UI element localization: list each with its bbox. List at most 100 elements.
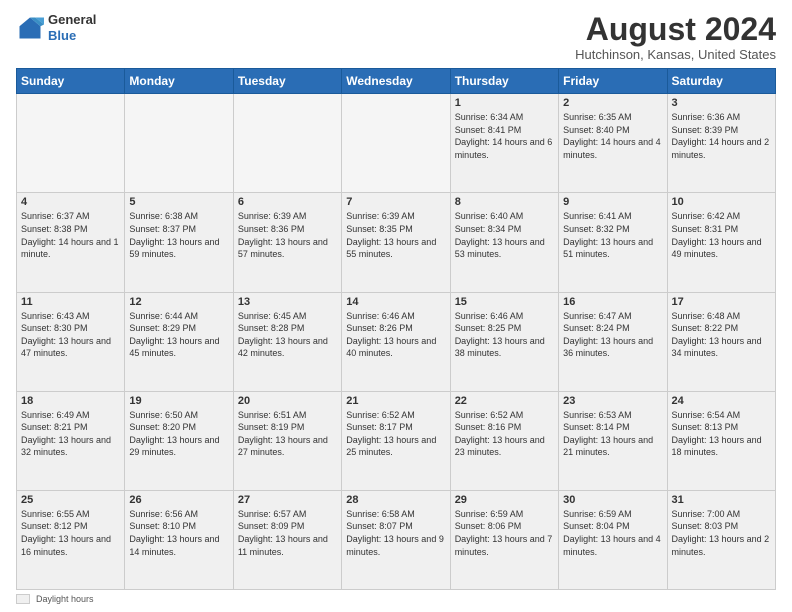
day-info: Sunrise: 6:58 AMSunset: 8:07 PMDaylight:… (346, 508, 445, 558)
logo: General Blue (16, 12, 96, 43)
day-number: 20 (238, 395, 337, 407)
day-info: Sunrise: 6:37 AMSunset: 8:38 PMDaylight:… (21, 210, 120, 260)
day-info: Sunrise: 6:49 AMSunset: 8:21 PMDaylight:… (21, 409, 120, 459)
table-row: 7 Sunrise: 6:39 AMSunset: 8:35 PMDaylight… (342, 193, 450, 292)
day-info: Sunrise: 6:42 AMSunset: 8:31 PMDaylight:… (672, 210, 771, 260)
day-info: Sunrise: 6:51 AMSunset: 8:19 PMDaylight:… (238, 409, 337, 459)
logo-text: General Blue (48, 12, 96, 43)
col-sunday: Sunday (17, 69, 125, 94)
day-info: Sunrise: 6:52 AMSunset: 8:16 PMDaylight:… (455, 409, 554, 459)
day-number: 6 (238, 196, 337, 208)
table-row: 10 Sunrise: 6:42 AMSunset: 8:31 PMDayligh… (667, 193, 775, 292)
day-info: Sunrise: 6:54 AMSunset: 8:13 PMDaylight:… (672, 409, 771, 459)
table-row: 5 Sunrise: 6:38 AMSunset: 8:37 PMDaylight… (125, 193, 233, 292)
table-row: 20 Sunrise: 6:51 AMSunset: 8:19 PMDayligh… (233, 391, 341, 490)
table-row: 17Sunrise: 6:48 AMSunset: 8:22 PMDayligh… (667, 292, 775, 391)
day-info: Sunrise: 6:59 AMSunset: 8:06 PMDaylight:… (455, 508, 554, 558)
day-info: Sunrise: 6:53 AMSunset: 8:14 PMDaylight:… (563, 409, 662, 459)
col-friday: Friday (559, 69, 667, 94)
logo-icon (16, 14, 44, 42)
table-row: 26 Sunrise: 6:56 AMSunset: 8:10 PMDayligh… (125, 490, 233, 589)
day-info: Sunrise: 6:47 AMSunset: 8:24 PMDaylight:… (563, 310, 662, 360)
day-number: 24 (672, 395, 771, 407)
table-row: 11 Sunrise: 6:43 AMSunset: 8:30 PMDayligh… (17, 292, 125, 391)
day-info: Sunrise: 6:35 AMSunset: 8:40 PMDaylight:… (563, 111, 662, 161)
header: General Blue August 2024 Hutchinson, Kan… (16, 12, 776, 62)
day-info: Sunrise: 6:43 AMSunset: 8:30 PMDaylight:… (21, 310, 120, 360)
table-row: 19Sunrise: 6:50 AMSunset: 8:20 PMDayligh… (125, 391, 233, 490)
day-info: Sunrise: 6:41 AMSunset: 8:32 PMDaylight:… (563, 210, 662, 260)
day-number: 13 (238, 296, 337, 308)
calendar-week-row: 25Sunrise: 6:55 AMSunset: 8:12 PMDayligh… (17, 490, 776, 589)
table-row: 1Sunrise: 6:34 AMSunset: 8:41 PMDaylight… (450, 94, 558, 193)
day-number: 11 (21, 296, 120, 308)
table-row: 3 Sunrise: 6:36 AMSunset: 8:39 PMDaylight… (667, 94, 775, 193)
day-info: Sunrise: 6:39 AMSunset: 8:35 PMDaylight:… (346, 210, 445, 260)
day-info: Sunrise: 7:00 AMSunset: 8:03 PMDaylight:… (672, 508, 771, 558)
col-monday: Monday (125, 69, 233, 94)
calendar-week-row: 11 Sunrise: 6:43 AMSunset: 8:30 PMDayligh… (17, 292, 776, 391)
day-number: 21 (346, 395, 445, 407)
day-info: Sunrise: 6:50 AMSunset: 8:20 PMDaylight:… (129, 409, 228, 459)
table-row: 8Sunrise: 6:40 AMSunset: 8:34 PMDaylight… (450, 193, 558, 292)
day-info: Sunrise: 6:57 AMSunset: 8:09 PMDaylight:… (238, 508, 337, 558)
day-number: 30 (563, 494, 662, 506)
location: Hutchinson, Kansas, United States (575, 47, 776, 62)
legend-label: Daylight hours (36, 594, 94, 604)
calendar-week-row: 1Sunrise: 6:34 AMSunset: 8:41 PMDaylight… (17, 94, 776, 193)
day-number: 26 (129, 494, 228, 506)
day-number: 12 (129, 296, 228, 308)
calendar: Sunday Monday Tuesday Wednesday Thursday… (16, 68, 776, 590)
table-row: 14 Sunrise: 6:46 AMSunset: 8:26 PMDayligh… (342, 292, 450, 391)
legend-box (16, 594, 30, 604)
day-number: 28 (346, 494, 445, 506)
month-title: August 2024 (575, 12, 776, 47)
table-row: 30 Sunrise: 6:59 AMSunset: 8:04 PMDayligh… (559, 490, 667, 589)
table-row: 16Sunrise: 6:47 AMSunset: 8:24 PMDayligh… (559, 292, 667, 391)
table-row: 25Sunrise: 6:55 AMSunset: 8:12 PMDayligh… (17, 490, 125, 589)
table-row: 27 Sunrise: 6:57 AMSunset: 8:09 PMDayligh… (233, 490, 341, 589)
day-number: 8 (455, 196, 554, 208)
day-info: Sunrise: 6:52 AMSunset: 8:17 PMDaylight:… (346, 409, 445, 459)
table-row: 22Sunrise: 6:52 AMSunset: 8:16 PMDayligh… (450, 391, 558, 490)
calendar-week-row: 4Sunrise: 6:37 AMSunset: 8:38 PMDaylight… (17, 193, 776, 292)
table-row: 29Sunrise: 6:59 AMSunset: 8:06 PMDayligh… (450, 490, 558, 589)
day-info: Sunrise: 6:39 AMSunset: 8:36 PMDaylight:… (238, 210, 337, 260)
day-number: 2 (563, 97, 662, 109)
table-row (233, 94, 341, 193)
day-info: Sunrise: 6:38 AMSunset: 8:37 PMDaylight:… (129, 210, 228, 260)
day-info: Sunrise: 6:45 AMSunset: 8:28 PMDaylight:… (238, 310, 337, 360)
table-row: 31 Sunrise: 7:00 AMSunset: 8:03 PMDayligh… (667, 490, 775, 589)
logo-blue: Blue (48, 28, 96, 44)
day-info: Sunrise: 6:56 AMSunset: 8:10 PMDaylight:… (129, 508, 228, 558)
day-number: 3 (672, 97, 771, 109)
day-info: Sunrise: 6:55 AMSunset: 8:12 PMDaylight:… (21, 508, 120, 558)
day-number: 18 (21, 395, 120, 407)
table-row: 21 Sunrise: 6:52 AMSunset: 8:17 PMDayligh… (342, 391, 450, 490)
day-number: 15 (455, 296, 554, 308)
day-number: 10 (672, 196, 771, 208)
table-row: 4Sunrise: 6:37 AMSunset: 8:38 PMDaylight… (17, 193, 125, 292)
day-number: 31 (672, 494, 771, 506)
table-row: 9Sunrise: 6:41 AMSunset: 8:32 PMDaylight… (559, 193, 667, 292)
table-row: 18 Sunrise: 6:49 AMSunset: 8:21 PMDayligh… (17, 391, 125, 490)
calendar-week-row: 18 Sunrise: 6:49 AMSunset: 8:21 PMDayligh… (17, 391, 776, 490)
day-info: Sunrise: 6:59 AMSunset: 8:04 PMDaylight:… (563, 508, 662, 558)
table-row: 2 Sunrise: 6:35 AMSunset: 8:40 PMDaylight… (559, 94, 667, 193)
day-info: Sunrise: 6:46 AMSunset: 8:25 PMDaylight:… (455, 310, 554, 360)
day-info: Sunrise: 6:48 AMSunset: 8:22 PMDaylight:… (672, 310, 771, 360)
table-row: 24 Sunrise: 6:54 AMSunset: 8:13 PMDayligh… (667, 391, 775, 490)
day-info: Sunrise: 6:36 AMSunset: 8:39 PMDaylight:… (672, 111, 771, 161)
day-number: 27 (238, 494, 337, 506)
day-info: Sunrise: 6:46 AMSunset: 8:26 PMDaylight:… (346, 310, 445, 360)
table-row: 12Sunrise: 6:44 AMSunset: 8:29 PMDayligh… (125, 292, 233, 391)
col-tuesday: Tuesday (233, 69, 341, 94)
day-number: 1 (455, 97, 554, 109)
col-thursday: Thursday (450, 69, 558, 94)
table-row: 23Sunrise: 6:53 AMSunset: 8:14 PMDayligh… (559, 391, 667, 490)
logo-general: General (48, 12, 96, 28)
calendar-header-row: Sunday Monday Tuesday Wednesday Thursday… (17, 69, 776, 94)
day-number: 7 (346, 196, 445, 208)
day-number: 14 (346, 296, 445, 308)
day-number: 5 (129, 196, 228, 208)
